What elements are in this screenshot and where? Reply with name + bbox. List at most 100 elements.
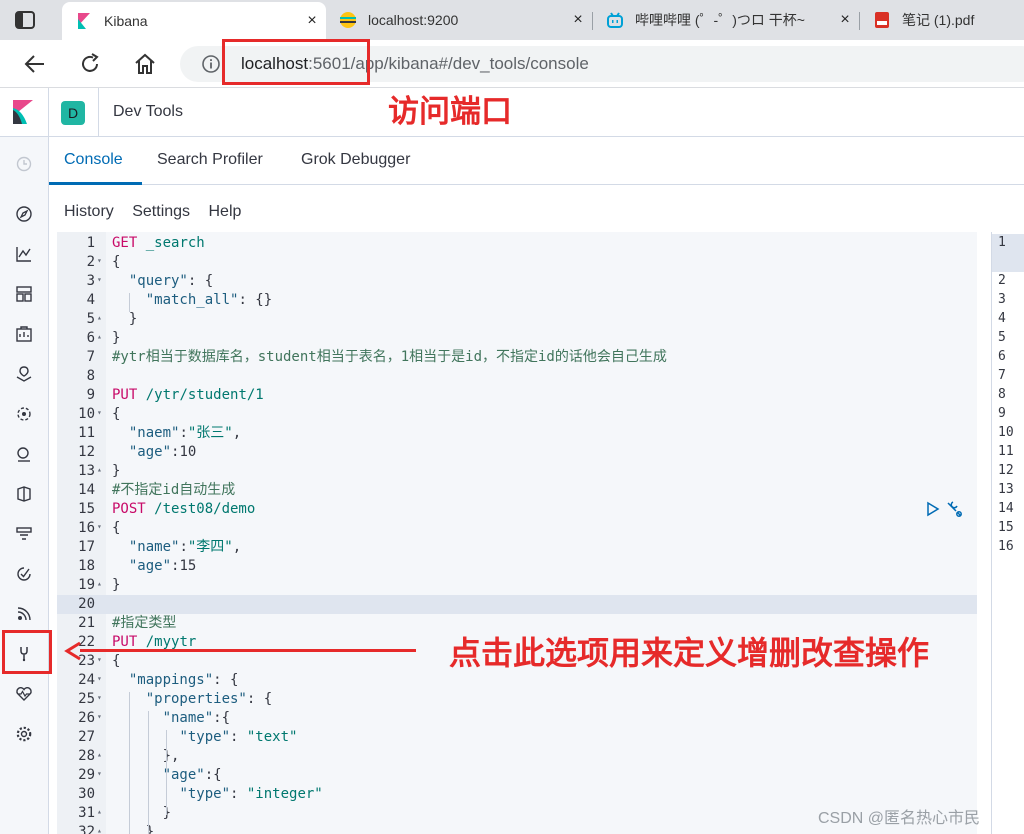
ml-icon[interactable] bbox=[15, 405, 33, 423]
editor-line[interactable]: 2 ▾ { bbox=[57, 253, 977, 272]
editor-line[interactable]: 25 ▾ "properties": { bbox=[57, 690, 977, 709]
tab-grok-debugger[interactable]: Grok Debugger bbox=[301, 151, 410, 169]
code-text: POST /test08/demo bbox=[112, 501, 256, 517]
tab-console[interactable]: Console bbox=[64, 151, 123, 169]
fold-toggle-icon[interactable]: ▾ bbox=[97, 270, 102, 289]
fold-toggle-icon[interactable]: ▾ bbox=[97, 707, 102, 726]
editor-line[interactable]: 28 ▴ }, bbox=[57, 747, 977, 766]
apm-icon[interactable] bbox=[15, 525, 33, 543]
editor-line[interactable]: 19 ▴} bbox=[57, 576, 977, 595]
editor-line[interactable]: 11 "naem":"张三", bbox=[57, 424, 977, 443]
fold-toggle-icon[interactable]: ▾ bbox=[97, 251, 102, 270]
editor-line[interactable]: 29 ▾ "age":{ bbox=[57, 766, 977, 785]
editor-line[interactable]: 30 "type": "integer" bbox=[57, 785, 977, 804]
editor-line[interactable]: 9 PUT /ytr/student/1 bbox=[57, 386, 977, 405]
reload-icon[interactable] bbox=[78, 52, 102, 76]
fold-toggle-icon[interactable]: ▾ bbox=[97, 650, 102, 669]
close-tab-icon[interactable]: × bbox=[298, 12, 326, 30]
fold-toggle-icon[interactable]: ▴ bbox=[97, 327, 102, 346]
recently-viewed-icon[interactable] bbox=[15, 155, 33, 173]
home-icon[interactable] bbox=[133, 52, 157, 76]
line-number: 26 bbox=[78, 710, 95, 726]
editor-line[interactable]: 26 ▾ "name":{ bbox=[57, 709, 977, 728]
line-number: 12 bbox=[78, 444, 95, 460]
fold-toggle-icon[interactable]: ▾ bbox=[97, 669, 102, 688]
fold-toggle-icon[interactable]: ▾ bbox=[97, 517, 102, 536]
browser-tab-pdf[interactable]: 笔记 (1).pdf bbox=[860, 0, 1024, 40]
line-number: 24 bbox=[78, 672, 95, 688]
close-tab-icon[interactable]: × bbox=[564, 11, 592, 29]
kibana-logo-icon[interactable] bbox=[13, 100, 35, 124]
monitoring-heart-icon[interactable] bbox=[15, 685, 33, 703]
back-arrow-icon[interactable] bbox=[23, 52, 47, 76]
console-editor[interactable]: 1 GET _search 2 ▾{3 ▾ "query": {4 "match_all… bbox=[57, 232, 977, 834]
browser-tab-localhost[interactable]: localhost:9200 × bbox=[326, 0, 592, 40]
line-number: 7 bbox=[86, 349, 95, 365]
menu-help[interactable]: Help bbox=[209, 203, 242, 220]
indent-guide bbox=[129, 293, 130, 312]
elastic-icon bbox=[340, 12, 356, 28]
editor-line[interactable]: 5 ▴ } bbox=[57, 310, 977, 329]
fold-toggle-icon[interactable]: ▴ bbox=[97, 460, 102, 479]
editor-line[interactable]: 14 #不指定id自动生成 bbox=[57, 481, 977, 500]
dashboard-icon[interactable] bbox=[15, 285, 33, 303]
editor-line[interactable]: 3 ▾ "query": { bbox=[57, 272, 977, 291]
editor-line[interactable]: 18 "age":15 bbox=[57, 557, 977, 576]
fold-toggle-icon[interactable]: ▴ bbox=[97, 574, 102, 593]
code-text: GET _search bbox=[112, 235, 205, 251]
output-line-number: 7 bbox=[998, 368, 1006, 383]
space-avatar[interactable]: D bbox=[61, 101, 85, 125]
editor-line[interactable]: 8 bbox=[57, 367, 977, 386]
editor-line[interactable]: 16 ▾ { bbox=[57, 519, 977, 538]
code-text: "query": { bbox=[128, 273, 214, 289]
tab-actions-icon[interactable] bbox=[14, 9, 36, 31]
fold-toggle-icon[interactable]: ▴ bbox=[97, 308, 102, 327]
code-text: { bbox=[112, 653, 121, 669]
line-number: 32 bbox=[78, 824, 95, 834]
code-text: "age":10 bbox=[128, 444, 197, 460]
fold-toggle-icon[interactable]: ▴ bbox=[97, 802, 102, 821]
visualize-chart-icon[interactable] bbox=[15, 245, 33, 263]
infrastructure-icon[interactable] bbox=[15, 445, 33, 463]
maps-icon[interactable] bbox=[15, 365, 33, 383]
kibana-icon bbox=[78, 13, 90, 29]
menu-settings[interactable]: Settings bbox=[132, 203, 190, 220]
editor-line[interactable]: 10 ▾ { bbox=[57, 405, 977, 424]
discover-compass-icon[interactable] bbox=[15, 205, 33, 223]
fold-toggle-icon[interactable]: ▾ bbox=[97, 688, 102, 707]
fold-toggle-icon[interactable]: ▾ bbox=[97, 764, 102, 783]
run-request-icon[interactable] bbox=[927, 501, 940, 517]
editor-line[interactable]: 6 ▴} bbox=[57, 329, 977, 348]
editor-line[interactable]: 12 "age":10 bbox=[57, 443, 977, 462]
editor-line[interactable]: 7 #ytr相当于数据库名，student相当于表名，1相当于是id，不指定id的… bbox=[57, 348, 977, 367]
management-gear-icon[interactable] bbox=[15, 725, 33, 743]
canvas-icon[interactable] bbox=[15, 325, 33, 343]
logs-icon[interactable] bbox=[15, 485, 33, 503]
editor-line[interactable]: 20 bbox=[57, 595, 977, 614]
fold-toggle-icon[interactable]: ▾ bbox=[97, 403, 102, 422]
menu-history[interactable]: History bbox=[64, 203, 114, 220]
editor-line[interactable]: 4 "match_all": {} bbox=[57, 291, 977, 310]
output-line-number: 10 bbox=[998, 425, 1014, 440]
editor-line[interactable]: 15 POST /test08/demo bbox=[57, 500, 977, 519]
code-text: } bbox=[112, 577, 121, 593]
browser-tab-bilibili[interactable]: 哔哩哔哩 (゜-゜)つロ 干杯~ × bbox=[593, 0, 859, 40]
browser-tab-kibana[interactable]: Kibana × bbox=[62, 2, 326, 40]
siem-icon[interactable] bbox=[15, 605, 33, 623]
info-icon[interactable] bbox=[202, 55, 220, 73]
uptime-icon[interactable] bbox=[15, 565, 33, 583]
request-settings-wrench-icon[interactable] bbox=[947, 501, 962, 517]
fold-toggle-icon[interactable]: ▴ bbox=[97, 821, 102, 834]
console-output[interactable]: 1 2 3 4 5 6 7 8 9 10 11 12 13 14 15 16 bbox=[991, 232, 1024, 834]
line-number: 29 bbox=[78, 767, 95, 783]
line-number: 4 bbox=[86, 292, 95, 308]
editor-line[interactable]: 1 GET _search bbox=[57, 234, 977, 253]
line-number: 16 bbox=[78, 520, 95, 536]
close-tab-icon[interactable]: × bbox=[831, 11, 859, 29]
pdf-icon bbox=[875, 12, 889, 28]
editor-line[interactable]: 17 "name":"李四", bbox=[57, 538, 977, 557]
tab-search-profiler[interactable]: Search Profiler bbox=[157, 151, 263, 169]
fold-toggle-icon[interactable]: ▴ bbox=[97, 745, 102, 764]
editor-line[interactable]: 13 ▴} bbox=[57, 462, 977, 481]
editor-line[interactable]: 27 "type": "text" bbox=[57, 728, 977, 747]
